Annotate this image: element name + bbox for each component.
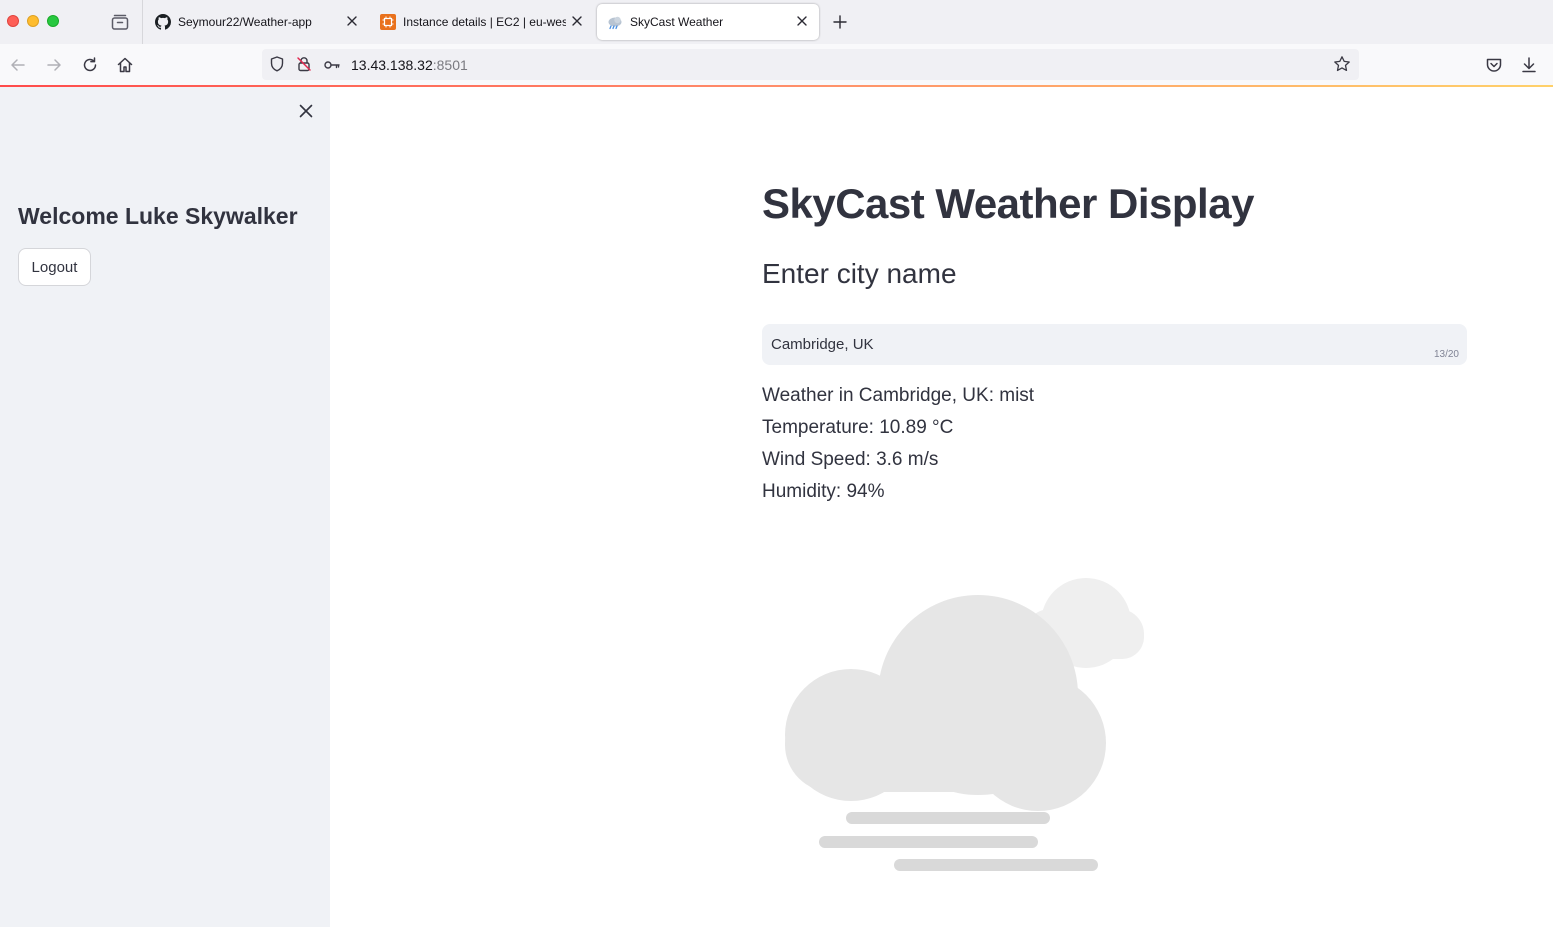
url-port: :8501 [432, 57, 468, 73]
url-host: 13.43.138.32 [351, 57, 433, 73]
key-icon[interactable] [323, 56, 341, 74]
tab-github[interactable]: Seymour22/Weather-app [145, 4, 365, 40]
weather-condition: Weather in Cambridge, UK: mist [762, 385, 1035, 406]
bookmark-star-icon[interactable] [1333, 55, 1351, 73]
back-icon[interactable] [8, 55, 28, 75]
tab-close-icon[interactable] [570, 14, 584, 28]
github-icon [155, 14, 171, 30]
tab-title: Seymour22/Weather-app [178, 15, 312, 29]
tab-close-icon[interactable] [795, 14, 809, 28]
main-content: SkyCast Weather Display Enter city name … [330, 87, 1553, 927]
welcome-heading: Welcome Luke Skywalker [18, 203, 298, 229]
close-sidebar-icon[interactable] [298, 103, 314, 119]
aws-ec2-icon [380, 14, 396, 30]
window-zoom-button[interactable] [47, 15, 59, 27]
insecure-lock-icon[interactable] [295, 55, 313, 73]
url-text[interactable]: 13.43.138.32:8501 [351, 57, 468, 73]
new-tab-icon[interactable] [832, 14, 848, 30]
pocket-icon[interactable] [1484, 55, 1504, 75]
city-subheader: Enter city name [762, 258, 957, 289]
forward-icon[interactable] [44, 55, 64, 75]
logout-button[interactable]: Logout [18, 248, 91, 286]
tab-title: SkyCast Weather [630, 15, 724, 29]
window-close-button[interactable] [7, 15, 19, 27]
mist-cloud-icon [785, 578, 1144, 871]
wind-speed-text: Wind Speed: 3.6 m/s [762, 449, 939, 470]
reload-icon[interactable] [80, 55, 100, 75]
home-icon[interactable] [115, 55, 135, 75]
browser-tab-bar: Seymour22/Weather-app Instance details |… [0, 0, 1553, 44]
tab-aws-ec2[interactable]: Instance details | EC2 | eu-west-2 [370, 4, 590, 40]
tracking-protection-icon[interactable] [268, 55, 286, 73]
page-title: SkyCast Weather Display [762, 180, 1254, 227]
tab-close-icon[interactable] [345, 14, 359, 28]
temperature-text: Temperature: 10.89 °C [762, 417, 954, 438]
tab-title: Instance details | EC2 | eu-west-2 [403, 15, 566, 29]
weather-icon [608, 16, 622, 30]
window-minimize-button[interactable] [27, 15, 39, 27]
humidity-text: Humidity: 94% [762, 481, 885, 502]
city-input[interactable] [762, 324, 1467, 365]
tab-overview-icon[interactable] [110, 12, 130, 32]
browser-nav-bar: 13.43.138.32:8501 [0, 44, 1553, 86]
character-counter: 13/20 [1433, 349, 1459, 360]
downloads-icon[interactable] [1519, 55, 1539, 75]
city-input-container: 13/20 [762, 324, 1467, 365]
tab-separator [142, 0, 143, 44]
sidebar: Welcome Luke Skywalker Logout [0, 87, 330, 927]
address-bar[interactable]: 13.43.138.32:8501 [262, 49, 1359, 80]
tab-skycast-weather[interactable]: SkyCast Weather [597, 4, 819, 40]
